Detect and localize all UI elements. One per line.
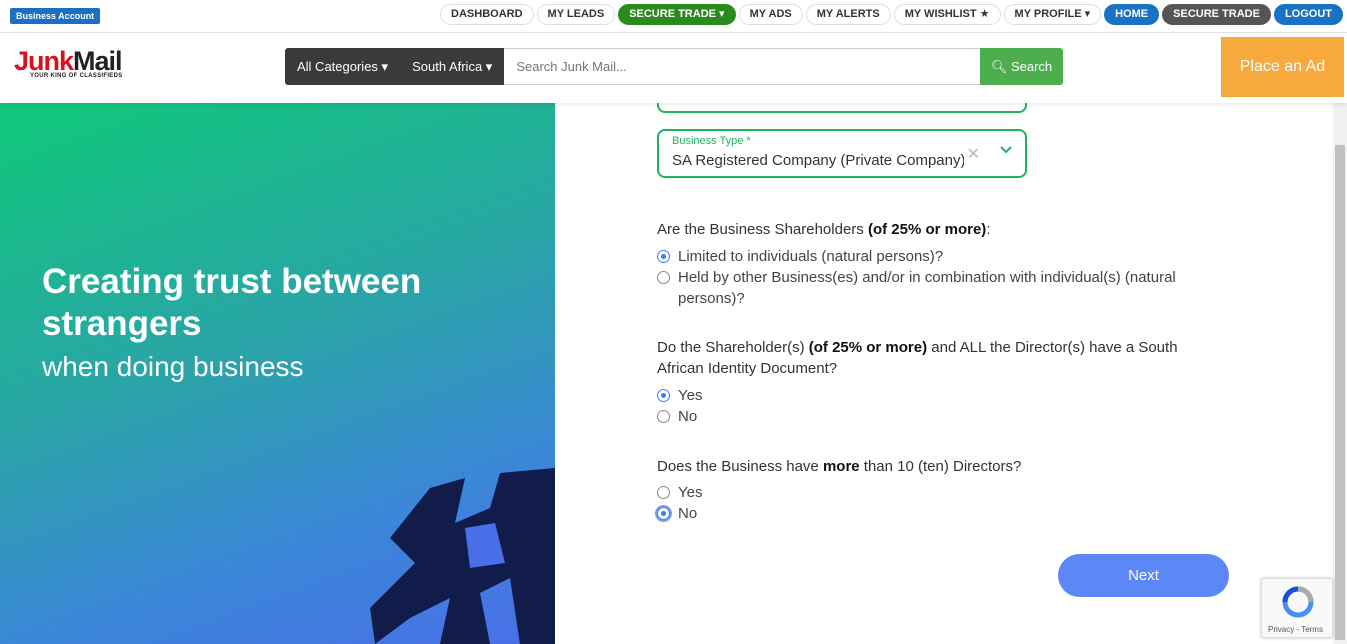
registration-form: Business Type * SA Registered Company (P…: [555, 93, 1333, 644]
radio-option-directors-yes[interactable]: Yes: [657, 482, 702, 503]
nav-my-alerts[interactable]: MY ALERTS: [805, 4, 891, 25]
next-button[interactable]: Next: [1058, 554, 1229, 597]
radio-unchecked-icon[interactable]: [657, 410, 670, 423]
radio-option-directors-no[interactable]: No: [657, 503, 697, 524]
nav-logout[interactable]: LOGOUT: [1273, 4, 1343, 25]
search-icon: 🔍︎: [990, 59, 1008, 74]
nav-my-ads[interactable]: MY ADS: [738, 4, 803, 25]
option-label: Limited to individuals (natural persons)…: [678, 248, 944, 265]
logo-wordmark: JunkMail: [14, 47, 123, 75]
business-type-value: SA Registered Company (Private Company): [672, 152, 964, 169]
option-label: No: [678, 505, 698, 522]
option-label: No: [678, 408, 698, 425]
q3-text-bold: more: [822, 458, 860, 475]
radio-option-identity-yes[interactable]: Yes: [657, 385, 702, 406]
nav-my-leads[interactable]: MY LEADS: [536, 4, 616, 25]
site-header: JunkMail YOUR KING OF CLASSIFIEDS All Ca…: [0, 33, 1347, 103]
q1-text-a: Are the Business Shareholders: [657, 221, 868, 238]
hero-panel: Creating trust between strangers when do…: [0, 103, 555, 644]
nav-links: DASHBOARD MY LEADS SECURE TRADE ▾ MY ADS…: [440, 4, 1343, 25]
chevron-down-icon[interactable]: [999, 143, 1013, 157]
q1-text-bold: (of 25% or more): [867, 221, 987, 238]
question-shareholders: Are the Business Shareholders (of 25% or…: [657, 219, 990, 240]
hero-subtitle: when doing business: [42, 351, 304, 382]
category-select[interactable]: All Categories ▾: [285, 48, 401, 85]
radio-checked-icon[interactable]: [657, 250, 670, 263]
radio-option-other-businesses[interactable]: Held by other Business(es) and/or in com…: [657, 267, 1217, 309]
question-sa-identity: Do the Shareholder(s) (of 25% or more) a…: [657, 337, 1217, 379]
q2-text-a: Do the Shareholder(s): [657, 339, 809, 356]
scrollbar-thumb[interactable]: [1335, 145, 1345, 640]
nav-secure-trade[interactable]: SECURE TRADE: [1162, 4, 1271, 25]
logo-mail: Mail: [73, 46, 123, 76]
search-button[interactable]: 🔍︎ Search: [980, 48, 1063, 85]
radio-option-identity-no[interactable]: No: [657, 406, 697, 427]
option-label: Held by other Business(es) and/or in com…: [678, 269, 1176, 307]
nav-secure-trade-dropdown[interactable]: SECURE TRADE ▾: [618, 4, 736, 25]
radio-unchecked-icon[interactable]: [657, 486, 670, 499]
place-ad-button[interactable]: Place an Ad: [1221, 37, 1344, 97]
radio-option-individuals[interactable]: Limited to individuals (natural persons)…: [657, 246, 943, 267]
decorative-knot-graphic: [370, 468, 555, 644]
nav-my-profile[interactable]: MY PROFILE ▾: [1003, 4, 1102, 25]
radio-unchecked-icon[interactable]: [657, 271, 670, 284]
search-bar: All Categories ▾ South Africa ▾ 🔍︎ Searc…: [285, 48, 1063, 85]
business-account-badge[interactable]: Business Account: [10, 8, 101, 24]
business-type-select[interactable]: Business Type * SA Registered Company (P…: [657, 129, 1027, 178]
search-button-label: Search: [1010, 59, 1053, 74]
nav-my-wishlist[interactable]: MY WISHLIST ★: [893, 4, 1001, 25]
top-nav: Business Account DASHBOARD MY LEADS SECU…: [0, 0, 1347, 33]
business-type-label: Business Type *: [672, 135, 751, 147]
junkmail-logo[interactable]: JunkMail YOUR KING OF CLASSIFIEDS: [14, 47, 123, 79]
page-scrollbar[interactable]: [1333, 103, 1347, 644]
q3-text-b: than 10 (ten) Directors?: [859, 458, 1022, 475]
search-input[interactable]: [504, 48, 980, 85]
radio-checked-icon[interactable]: [657, 389, 670, 402]
option-label: Yes: [678, 387, 703, 404]
logo-tagline: YOUR KING OF CLASSIFIEDS: [30, 73, 123, 79]
radio-checked-icon[interactable]: [657, 507, 670, 520]
hero-title: Creating trust between strangers: [42, 262, 422, 343]
question-directors: Does the Business have more than 10 (ten…: [657, 456, 1021, 477]
recaptcha-icon: [1282, 586, 1314, 618]
q2-text-bold: (of 25% or more): [808, 339, 928, 356]
recaptcha-terms[interactable]: Privacy - Terms: [1268, 625, 1323, 634]
nav-dashboard[interactable]: DASHBOARD: [440, 4, 534, 25]
q1-text-b: :: [986, 221, 991, 238]
clear-icon[interactable]: ✕: [967, 144, 980, 164]
recaptcha-badge[interactable]: Privacy - Terms: [1261, 578, 1333, 638]
logo-junk: Junk: [14, 46, 74, 76]
q3-text-a: Does the Business have: [657, 458, 823, 475]
region-select[interactable]: South Africa ▾: [400, 48, 505, 85]
nav-home[interactable]: HOME: [1104, 4, 1160, 25]
option-label: Yes: [678, 484, 703, 501]
